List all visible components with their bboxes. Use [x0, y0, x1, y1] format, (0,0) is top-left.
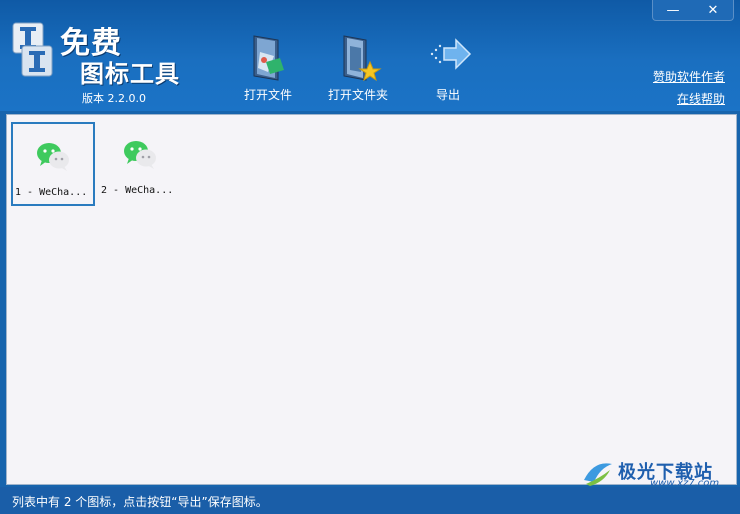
- open-folder-icon: [343, 35, 382, 82]
- watermark: 极光下载站 www.xz7.com: [580, 458, 730, 489]
- version-label: 版本 2.2.0.0: [82, 92, 146, 105]
- export-button[interactable]: 导出: [408, 32, 488, 108]
- open-file-button[interactable]: 打开文件: [228, 32, 308, 108]
- app-title-line2: 图标工具: [80, 59, 180, 88]
- window-controls: — ✕: [652, 0, 734, 21]
- close-button[interactable]: ✕: [693, 0, 733, 20]
- open-folder-label: 打开文件夹: [327, 88, 388, 102]
- icon-list-panel[interactable]: 1 - WeCha... 2 - WeCha...: [6, 114, 737, 485]
- sponsor-link[interactable]: 赞助软件作者: [653, 68, 725, 85]
- icon-list-item[interactable]: 1 - WeCha...: [11, 122, 95, 206]
- export-arrow-icon: [430, 38, 472, 70]
- header-links: 赞助软件作者 在线帮助: [653, 68, 725, 112]
- open-file-icon: [253, 35, 284, 81]
- header-bar: — ✕ 免费 图标工具 版本 2.2.0.0 打开文件 打开文件夹 导出 赞助软…: [0, 0, 740, 111]
- icon-caption: 1 - WeCha...: [15, 187, 88, 198]
- icon-caption: 2 - WeCha...: [101, 185, 174, 196]
- minimize-button[interactable]: —: [653, 0, 693, 20]
- app-window: — ✕ 免费 图标工具 版本 2.2.0.0 打开文件 打开文件夹 导出 赞助软…: [0, 0, 740, 514]
- help-link[interactable]: 在线帮助: [653, 90, 725, 107]
- status-bar: 列表中有 2 个图标，点击按钮“导出”保存图标。: [0, 487, 740, 514]
- export-label: 导出: [435, 88, 460, 102]
- status-text: 列表中有 2 个图标，点击按钮“导出”保存图标。: [12, 495, 268, 509]
- open-file-label: 打开文件: [243, 88, 292, 102]
- icon-list-item[interactable]: 2 - WeCha...: [99, 122, 181, 204]
- watermark-logo-icon: [584, 463, 612, 486]
- logo-icon: [12, 22, 53, 77]
- wechat-icon: [37, 143, 69, 171]
- app-logo: 免费 图标工具: [10, 16, 180, 88]
- wechat-icon: [124, 141, 156, 169]
- open-folder-button[interactable]: 打开文件夹: [318, 32, 398, 108]
